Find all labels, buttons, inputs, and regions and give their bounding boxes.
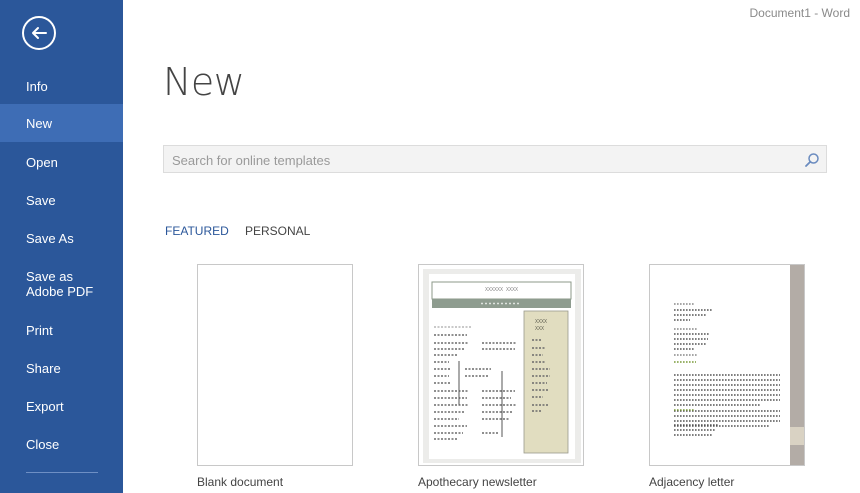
letter-preview-graphic xyxy=(674,265,804,465)
tab-featured[interactable]: FEATURED xyxy=(165,224,229,238)
window-title: Document1 - Word xyxy=(749,6,850,20)
sidebar-item-label: Share xyxy=(26,360,61,376)
template-thumbnail xyxy=(197,264,353,466)
template-label: Adjacency letter xyxy=(649,475,735,489)
search-input[interactable] xyxy=(164,146,794,174)
sidebar-item-save-as[interactable]: Save As xyxy=(0,228,123,248)
backstage-sidebar: Info New Open Save Save As Save as Adobe… xyxy=(0,0,123,493)
newsletter-sidebar-text: XXX xyxy=(535,326,545,332)
tab-personal[interactable]: PERSONAL xyxy=(245,224,310,238)
sidebar-item-info[interactable]: Info xyxy=(0,76,123,96)
sidebar-divider xyxy=(26,472,98,473)
newsletter-masthead-text: XXXXXX XXXX xyxy=(484,287,519,293)
back-arrow-icon xyxy=(32,27,47,39)
newsletter-preview-graphic xyxy=(423,269,581,463)
sidebar-item-close[interactable]: Close xyxy=(0,434,123,454)
sidebar-item-label: Save as Adobe PDF xyxy=(26,269,94,299)
template-thumbnail xyxy=(649,264,805,466)
template-label: Blank document xyxy=(197,475,284,489)
back-button[interactable] xyxy=(22,16,56,50)
template-search-box xyxy=(163,145,827,174)
sidebar-item-export[interactable]: Export xyxy=(0,396,123,416)
sidebar-item-label: Save xyxy=(26,192,56,208)
sidebar-item-label: Open xyxy=(26,154,58,170)
search-icon[interactable] xyxy=(804,152,820,168)
sidebar-item-label: Export xyxy=(26,398,64,414)
sidebar-item-label: Save As xyxy=(26,230,74,246)
sidebar-item-label: Print xyxy=(26,322,53,338)
sidebar-item-new[interactable]: New xyxy=(0,104,123,142)
sidebar-item-label: Info xyxy=(26,78,48,94)
page-title: New xyxy=(163,60,245,104)
sidebar-item-print[interactable]: Print xyxy=(0,320,123,340)
newsletter-sidebar-text: XXXX xyxy=(535,319,548,325)
template-thumbnail: XXXXXX XXXX XXXX XXX xyxy=(418,264,584,466)
template-label: Apothecary newsletter xyxy=(418,475,537,489)
sidebar-item-open[interactable]: Open xyxy=(0,152,123,172)
sidebar-item-label: New xyxy=(26,115,53,131)
sidebar-item-share[interactable]: Share xyxy=(0,358,123,378)
sidebar-item-save-as-pdf[interactable]: Save as Adobe PDF xyxy=(0,268,123,300)
sidebar-item-save[interactable]: Save xyxy=(0,190,123,210)
sidebar-item-label: Close xyxy=(26,436,60,452)
